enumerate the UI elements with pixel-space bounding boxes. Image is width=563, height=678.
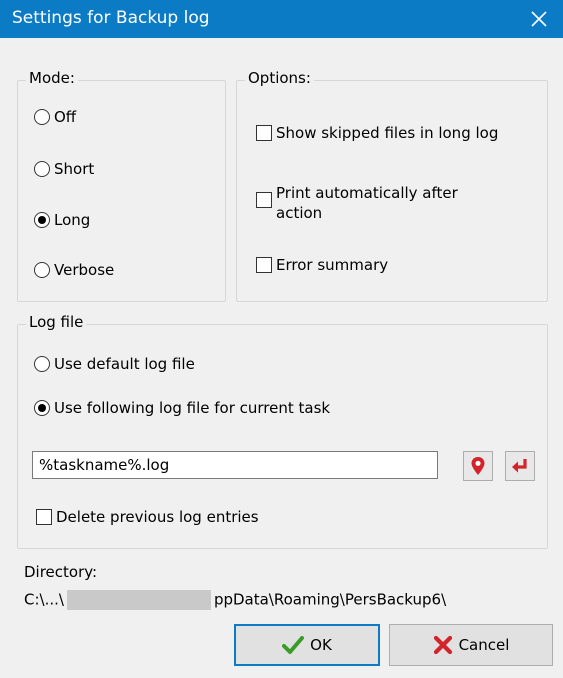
radio-custom-log[interactable] [34, 400, 50, 416]
radio-verbose-label: Verbose [54, 261, 115, 279]
checkmark-icon [282, 636, 305, 654]
error-summary-checkbox[interactable] [256, 257, 272, 273]
radio-off[interactable] [34, 109, 50, 125]
mode-group-label: Mode: [26, 69, 78, 87]
custom-log-label: Use following log file for current task [54, 399, 331, 417]
directory-path-end: ppData\Roaming\PersBackup6\ [213, 590, 447, 609]
radio-long[interactable] [34, 212, 50, 228]
mode-radio-verbose[interactable]: Verbose [34, 261, 114, 279]
option-error-summary[interactable]: Error summary [256, 256, 388, 274]
directory-label: Directory: [24, 563, 98, 581]
cancel-button-label: Cancel [458, 636, 510, 654]
print-auto-label-line1: Print automatically after [276, 184, 458, 202]
radio-verbose[interactable] [34, 262, 50, 278]
logfile-group-label: Log file [26, 313, 87, 331]
delete-entries-label: Delete previous log entries [56, 508, 259, 526]
mode-radio-short[interactable]: Short [34, 160, 94, 178]
logfile-default-option[interactable]: Use default log file [34, 355, 195, 373]
map-pin-icon [471, 457, 485, 475]
print-auto-label-line2: action [276, 204, 323, 222]
directory-path: C:\...\ ppData\Roaming\PersBackup6\ [24, 590, 446, 610]
show-skipped-label: Show skipped files in long log [276, 124, 499, 142]
mode-radio-long[interactable]: Long [34, 211, 90, 229]
print-auto-checkbox[interactable] [256, 192, 272, 208]
cancel-button[interactable]: Cancel [389, 624, 553, 666]
return-arrow-icon [512, 459, 527, 473]
error-summary-label: Error summary [276, 256, 389, 274]
directory-path-start: C:\...\ [24, 590, 64, 609]
option-show-skipped[interactable]: Show skipped files in long log [256, 124, 498, 142]
redacted-block [66, 590, 211, 610]
locate-file-button[interactable] [463, 451, 493, 481]
radio-default-log[interactable] [34, 356, 50, 372]
logfile-name-input[interactable] [32, 451, 438, 479]
close-icon [531, 11, 547, 27]
radio-short-label: Short [54, 160, 95, 178]
mode-radio-off[interactable]: Off [34, 108, 76, 126]
ok-button[interactable]: OK [234, 624, 380, 666]
apply-path-button[interactable] [505, 451, 535, 481]
radio-long-label: Long [54, 211, 91, 229]
cancel-x-icon [433, 635, 452, 655]
delete-entries-checkbox[interactable] [36, 509, 52, 525]
delete-entries-option[interactable]: Delete previous log entries [36, 508, 259, 526]
options-group-label: Options: [245, 69, 314, 87]
title-bar: Settings for Backup log [0, 0, 563, 38]
option-print-auto[interactable]: Print automatically after action [256, 183, 458, 223]
window-title: Settings for Backup log [12, 8, 210, 28]
close-button[interactable] [519, 2, 559, 36]
show-skipped-checkbox[interactable] [256, 125, 272, 141]
radio-short[interactable] [34, 161, 50, 177]
logfile-custom-option[interactable]: Use following log file for current task [34, 399, 330, 417]
default-log-label: Use default log file [54, 355, 195, 373]
ok-button-label: OK [310, 636, 332, 654]
radio-off-label: Off [54, 108, 77, 126]
